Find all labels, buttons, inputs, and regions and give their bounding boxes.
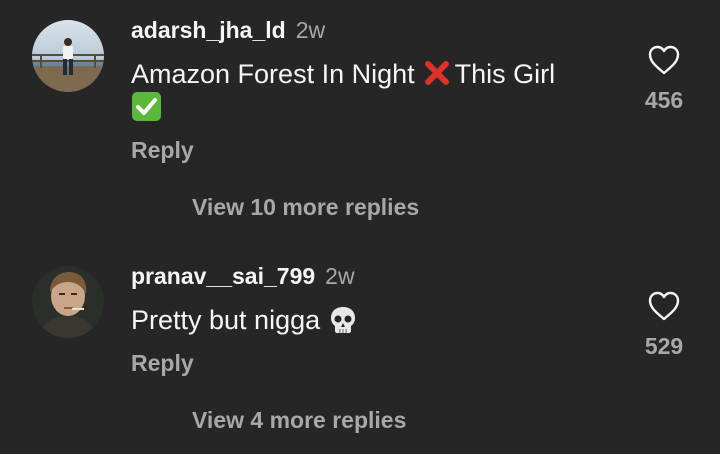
view-more-replies-button[interactable]: View 10 more replies	[192, 193, 419, 221]
avatar[interactable]	[32, 20, 104, 92]
heart-outline-icon[interactable]	[647, 44, 681, 76]
username[interactable]: pranav__sai_799	[131, 263, 315, 289]
view-more-replies-button[interactable]: View 4 more replies	[192, 406, 406, 434]
comment-meta: pranav__sai_799 2w	[131, 262, 355, 290]
timestamp: 2w	[325, 263, 355, 289]
comment-meta: adarsh_jha_ld 2w	[131, 16, 325, 44]
like-section: 456	[620, 44, 708, 114]
like-section: 529	[620, 290, 708, 360]
comment-text-part: This Girl	[454, 59, 556, 89]
comment-text-part: Pretty but nigga	[131, 305, 321, 335]
avatar[interactable]	[32, 266, 104, 338]
avatar-photo	[32, 20, 104, 92]
heart-outline-icon[interactable]	[647, 290, 681, 322]
comment-text: Amazon Forest In Night This Girl	[131, 57, 601, 125]
like-count: 456	[644, 87, 684, 113]
like-count: 529	[644, 333, 684, 359]
timestamp: 2w	[295, 17, 326, 43]
reply-button[interactable]: Reply	[131, 136, 194, 164]
username[interactable]: adarsh_jha_ld	[131, 17, 286, 43]
check-mark-button-emoji	[132, 92, 161, 121]
comment-text-part: Amazon Forest In Night	[131, 59, 415, 89]
comment-item: pranav__sai_799 2w Pretty but nigga Reply…	[0, 240, 720, 454]
comment-text: Pretty but nigga	[131, 303, 601, 337]
reply-button[interactable]: Reply	[131, 349, 194, 377]
avatar-photo	[32, 266, 104, 338]
cross-mark-emoji	[424, 61, 449, 85]
skull-emoji	[331, 307, 356, 333]
comment-item: adarsh_jha_ld 2w Amazon Forest In Night Th…	[0, 0, 720, 240]
